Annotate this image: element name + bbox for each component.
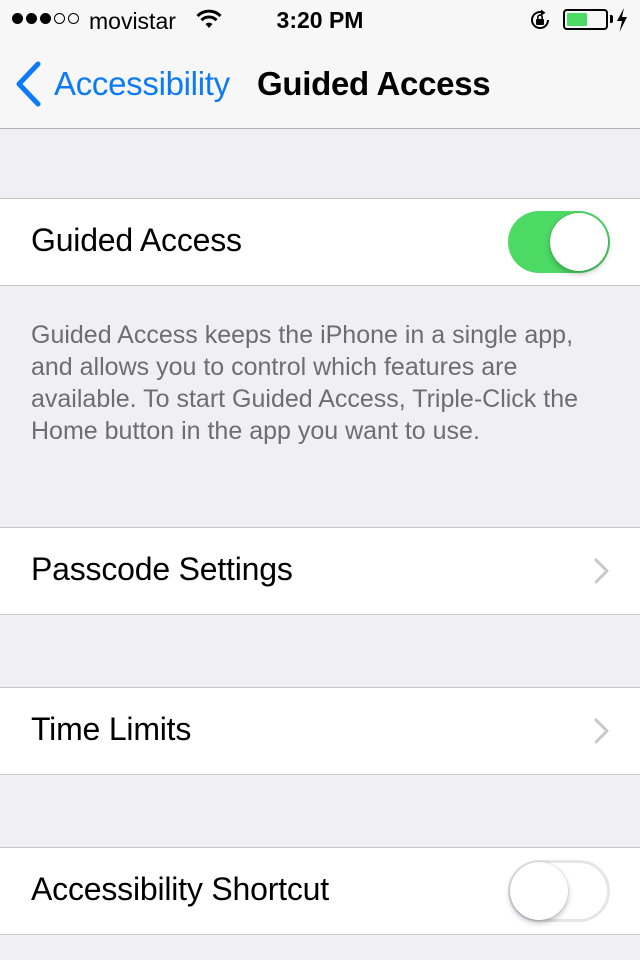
charging-bolt-icon: [616, 8, 628, 37]
chevron-right-icon: [594, 718, 610, 749]
battery-icon: [563, 9, 608, 30]
battery-level: [567, 13, 588, 26]
accessibility-shortcut-row: Accessibility Shortcut: [0, 847, 640, 935]
time-limits-row[interactable]: Time Limits: [0, 687, 640, 775]
back-button[interactable]: Accessibility: [14, 40, 230, 128]
passcode-settings-row[interactable]: Passcode Settings: [0, 527, 640, 615]
battery-tip: [610, 15, 613, 23]
passcode-settings-label: Passcode Settings: [31, 551, 293, 587]
switch-knob: [510, 862, 568, 920]
page-title: Guided Access: [257, 65, 491, 102]
back-label: Accessibility: [54, 65, 230, 102]
guided-access-label: Guided Access: [31, 222, 242, 258]
rotation-lock-icon: [528, 8, 552, 37]
chevron-left-icon: [14, 61, 42, 107]
guided-access-description: Guided Access keeps the iPhone in a sing…: [31, 321, 579, 445]
time-limits-label: Time Limits: [31, 711, 192, 747]
guided-access-row: Guided Access: [0, 198, 640, 286]
accessibility-shortcut-label: Accessibility Shortcut: [31, 871, 329, 907]
chevron-right-icon: [594, 558, 610, 589]
switch-knob: [550, 213, 608, 271]
navigation-bar: Accessibility Guided Access: [0, 40, 640, 129]
guided-access-switch[interactable]: [508, 211, 610, 273]
status-bar: movistar 3:20 PM: [0, 0, 640, 40]
accessibility-shortcut-switch[interactable]: [508, 860, 610, 922]
